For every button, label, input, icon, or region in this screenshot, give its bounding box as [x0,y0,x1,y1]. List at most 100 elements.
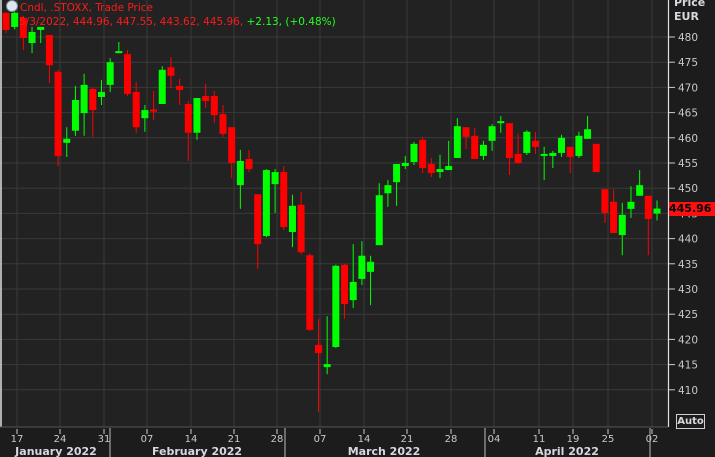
candle [124,50,132,96]
candle-body [141,110,149,119]
candle [280,166,288,231]
series-label: Cndl, .STOXX, Trade Price [20,2,154,14]
candle-body [375,195,383,246]
chart-legend: Cndl, .STOXX, Trade Price 5/3/2022, 444.… [6,0,336,29]
candle-body [314,344,322,354]
axis-title-price: Price [674,0,706,9]
candle-body [367,261,375,272]
candle-body [514,153,522,163]
y-tick-label: 435 [678,259,698,271]
candle-body [618,214,626,236]
y-tick-label: 425 [678,309,698,321]
candle-body [384,185,392,194]
candle-body [566,146,574,157]
candle-body [540,153,548,156]
candle-body [80,84,88,114]
candle-body [150,109,158,112]
candle-body [601,189,609,213]
candle-body [453,126,461,158]
candle-body [219,114,227,134]
y-tick-label: 430 [678,284,698,296]
month-label: March 2022 [348,445,421,457]
candle-body [97,91,105,97]
month-label: February 2022 [152,445,242,457]
candle-body [436,169,444,173]
candle-body [575,135,583,156]
clock-icon [6,0,18,12]
candle-body [254,194,262,245]
ohlc-values: 5/3/2022, 444.96, 447.55, 443.62, 445.96… [19,16,244,28]
candle [419,136,427,174]
x-tick-label: 17 [11,434,24,445]
candle-body [558,137,566,153]
candle-body [132,91,140,128]
candle-body [89,88,97,111]
candle [592,143,600,173]
y-tick-label: 440 [678,234,698,246]
candle-body [306,255,314,330]
candle-body [167,67,175,76]
x-tick-label: 04 [488,434,501,445]
candle-body [124,54,132,94]
candle [410,141,418,166]
last-price-marker: 445.96 [669,202,715,216]
candlestick-chart[interactable]: 4104154204254304354404454504554604654704… [0,0,715,457]
candle-body [106,62,114,85]
candle-body [176,85,184,90]
x-tick-label: 11 [533,434,546,445]
x-tick-label: 14 [185,434,198,445]
y-tick-label: 460 [678,133,698,145]
candle [306,253,314,331]
candle-body [401,163,409,167]
candle [262,169,270,238]
candle-body [644,195,652,219]
candle-body [627,201,635,209]
y-tick-label: 475 [678,57,698,69]
candle-body [202,95,210,102]
candle-body [488,126,496,141]
candle-body [419,139,427,169]
x-tick-label: 21 [228,434,241,445]
candle-body [193,97,201,133]
y-tick-label: 420 [678,334,698,346]
candle-body [262,170,270,237]
x-tick-label: 25 [602,434,615,445]
candle-body [505,123,513,158]
axis-title-currency: EUR [674,10,699,23]
x-tick-label: 21 [401,434,414,445]
x-tick-label: 02 [646,434,659,445]
candle [523,130,531,155]
date-axis[interactable]: 17 24 31 07 14 21 28 07 14 21 28 04 11 19 25 02 January … [11,428,659,457]
candle-body [297,204,305,253]
x-tick-label: 24 [54,434,67,445]
x-tick-label: 14 [358,434,371,445]
candle-body [462,127,470,137]
candle-body [410,143,418,162]
y-tick-label: 465 [678,108,698,120]
x-tick-label: 07 [314,434,327,445]
candle-body [71,100,79,131]
y-tick-label: 480 [678,32,698,44]
candle-body [531,140,539,147]
candle [332,264,340,348]
candle-body [497,121,505,124]
candle-body [610,201,618,234]
candle-body [479,144,487,156]
candle-body [358,255,366,279]
auto-scale-button[interactable]: Auto [676,414,705,429]
candle-body [280,172,288,228]
candle-body [28,31,36,44]
candle-body [228,127,236,163]
candle [54,69,62,167]
candle-body [349,281,357,301]
candle-body [427,164,435,174]
candle-body [592,143,600,173]
candle-body [332,265,340,347]
x-tick-label: 28 [445,434,458,445]
candle-body [184,104,192,133]
candle-body [210,95,218,116]
change-values: +2.13, (+0.48%) [246,16,336,28]
candle-body [115,51,123,54]
y-tick-label: 410 [678,385,698,397]
candle-body [653,208,661,214]
